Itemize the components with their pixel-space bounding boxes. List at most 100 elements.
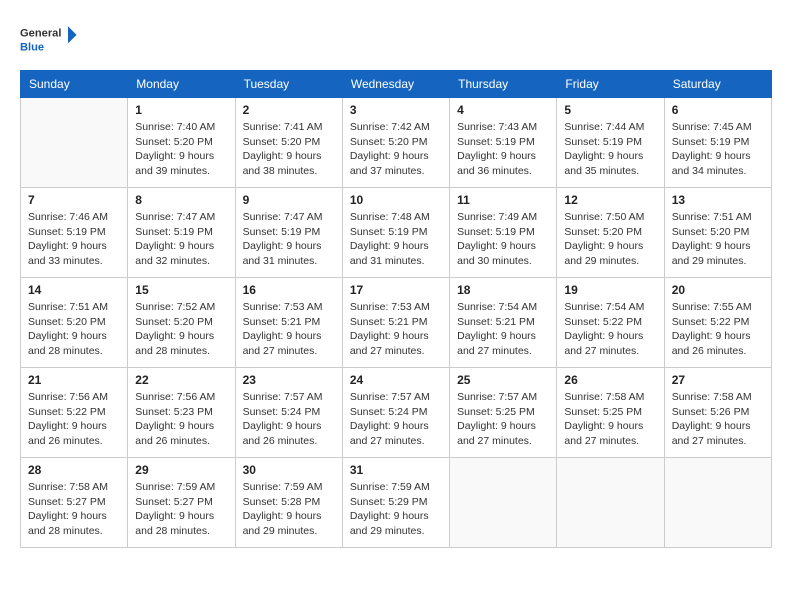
day-info: Sunrise: 7:58 AM Sunset: 5:25 PM Dayligh… — [564, 390, 656, 449]
calendar-cell: 7 Sunrise: 7:46 AM Sunset: 5:19 PM Daylig… — [21, 188, 128, 278]
day-info: Sunrise: 7:51 AM Sunset: 5:20 PM Dayligh… — [28, 300, 120, 359]
calendar-cell: 27Sunrise: 7:58 AM Sunset: 5:26 PM Dayli… — [664, 368, 771, 458]
calendar-cell: 31 Sunrise: 7:59 AM Sunset: 5:29 PM Dayli… — [342, 458, 449, 548]
calendar-cell: 9Sunrise: 7:47 AM Sunset: 5:19 PM Daylig… — [235, 188, 342, 278]
calendar-week-row: 21 Sunrise: 7:56 AM Sunset: 5:22 PM Dayli… — [21, 368, 772, 458]
day-info: Sunrise: 7:40 AM Sunset: 5:20 PM Dayligh… — [135, 120, 227, 179]
day-info: Sunrise: 7:59 AM Sunset: 5:29 PM Dayligh… — [350, 480, 442, 539]
calendar-cell: 23 Sunrise: 7:57 AM Sunset: 5:24 PM Dayli… — [235, 368, 342, 458]
calendar-week-row: 1Sunrise: 7:40 AM Sunset: 5:20 PM Daylig… — [21, 98, 772, 188]
day-number: 19 — [564, 283, 656, 297]
page-header: General Blue — [20, 20, 772, 60]
calendar-cell: 26 Sunrise: 7:58 AM Sunset: 5:25 PM Dayli… — [557, 368, 664, 458]
day-number: 22 — [135, 373, 227, 387]
calendar-cell: 17Sunrise: 7:53 AM Sunset: 5:21 PM Dayli… — [342, 278, 449, 368]
day-number: 30 — [243, 463, 335, 477]
day-info: Sunrise: 7:59 AM Sunset: 5:28 PM Dayligh… — [243, 480, 335, 539]
calendar-header-row: SundayMondayTuesdayWednesdayThursdayFrid… — [21, 71, 772, 98]
day-number: 23 — [243, 373, 335, 387]
day-info: Sunrise: 7:46 AM Sunset: 5:19 PM Dayligh… — [28, 210, 120, 269]
day-info: Sunrise: 7:54 AM Sunset: 5:21 PM Dayligh… — [457, 300, 549, 359]
weekday-header: Sunday — [21, 71, 128, 98]
calendar-cell: 5 Sunrise: 7:44 AM Sunset: 5:19 PM Daylig… — [557, 98, 664, 188]
calendar-cell: 21 Sunrise: 7:56 AM Sunset: 5:22 PM Dayli… — [21, 368, 128, 458]
weekday-header: Monday — [128, 71, 235, 98]
day-number: 6 — [672, 103, 764, 117]
day-info: Sunrise: 7:48 AM Sunset: 5:19 PM Dayligh… — [350, 210, 442, 269]
day-number: 24 — [350, 373, 442, 387]
calendar-cell: 10 Sunrise: 7:48 AM Sunset: 5:19 PM Dayli… — [342, 188, 449, 278]
calendar-cell: 8Sunrise: 7:47 AM Sunset: 5:19 PM Daylig… — [128, 188, 235, 278]
day-info: Sunrise: 7:47 AM Sunset: 5:19 PM Dayligh… — [135, 210, 227, 269]
weekday-header: Thursday — [450, 71, 557, 98]
day-number: 20 — [672, 283, 764, 297]
day-number: 9 — [243, 193, 335, 207]
calendar-cell: 13Sunrise: 7:51 AM Sunset: 5:20 PM Dayli… — [664, 188, 771, 278]
day-number: 27 — [672, 373, 764, 387]
day-number: 4 — [457, 103, 549, 117]
calendar-cell: 2 Sunrise: 7:41 AM Sunset: 5:20 PM Daylig… — [235, 98, 342, 188]
day-number: 5 — [564, 103, 656, 117]
day-number: 7 — [28, 193, 120, 207]
calendar-cell: 6 Sunrise: 7:45 AM Sunset: 5:19 PM Daylig… — [664, 98, 771, 188]
calendar-cell: 24 Sunrise: 7:57 AM Sunset: 5:24 PM Dayli… — [342, 368, 449, 458]
day-number: 18 — [457, 283, 549, 297]
day-info: Sunrise: 7:45 AM Sunset: 5:19 PM Dayligh… — [672, 120, 764, 179]
day-info: Sunrise: 7:54 AM Sunset: 5:22 PM Dayligh… — [564, 300, 656, 359]
svg-text:Blue: Blue — [20, 41, 44, 53]
calendar-cell: 3 Sunrise: 7:42 AM Sunset: 5:20 PM Daylig… — [342, 98, 449, 188]
calendar-cell: 1Sunrise: 7:40 AM Sunset: 5:20 PM Daylig… — [128, 98, 235, 188]
calendar-cell: 25Sunrise: 7:57 AM Sunset: 5:25 PM Dayli… — [450, 368, 557, 458]
day-number: 26 — [564, 373, 656, 387]
calendar-cell: 30 Sunrise: 7:59 AM Sunset: 5:28 PM Dayli… — [235, 458, 342, 548]
calendar-cell: 20 Sunrise: 7:55 AM Sunset: 5:22 PM Dayli… — [664, 278, 771, 368]
day-number: 13 — [672, 193, 764, 207]
day-number: 17 — [350, 283, 442, 297]
weekday-header: Saturday — [664, 71, 771, 98]
day-number: 15 — [135, 283, 227, 297]
calendar-cell — [21, 98, 128, 188]
day-number: 11 — [457, 193, 549, 207]
day-info: Sunrise: 7:44 AM Sunset: 5:19 PM Dayligh… — [564, 120, 656, 179]
calendar-cell — [557, 458, 664, 548]
calendar-cell: 22 Sunrise: 7:56 AM Sunset: 5:23 PM Dayli… — [128, 368, 235, 458]
calendar-cell: 18 Sunrise: 7:54 AM Sunset: 5:21 PM Dayli… — [450, 278, 557, 368]
logo: General Blue — [20, 20, 80, 60]
calendar-cell — [450, 458, 557, 548]
day-number: 12 — [564, 193, 656, 207]
day-number: 14 — [28, 283, 120, 297]
calendar-cell: 12 Sunrise: 7:50 AM Sunset: 5:20 PM Dayli… — [557, 188, 664, 278]
day-number: 21 — [28, 373, 120, 387]
calendar-week-row: 14 Sunrise: 7:51 AM Sunset: 5:20 PM Dayli… — [21, 278, 772, 368]
day-info: Sunrise: 7:57 AM Sunset: 5:24 PM Dayligh… — [243, 390, 335, 449]
calendar-cell: 29Sunrise: 7:59 AM Sunset: 5:27 PM Dayli… — [128, 458, 235, 548]
calendar-week-row: 28Sunrise: 7:58 AM Sunset: 5:27 PM Dayli… — [21, 458, 772, 548]
weekday-header: Tuesday — [235, 71, 342, 98]
day-info: Sunrise: 7:57 AM Sunset: 5:24 PM Dayligh… — [350, 390, 442, 449]
calendar-cell: 11Sunrise: 7:49 AM Sunset: 5:19 PM Dayli… — [450, 188, 557, 278]
day-info: Sunrise: 7:43 AM Sunset: 5:19 PM Dayligh… — [457, 120, 549, 179]
day-info: Sunrise: 7:50 AM Sunset: 5:20 PM Dayligh… — [564, 210, 656, 269]
day-info: Sunrise: 7:42 AM Sunset: 5:20 PM Dayligh… — [350, 120, 442, 179]
day-number: 31 — [350, 463, 442, 477]
weekday-header: Friday — [557, 71, 664, 98]
day-number: 10 — [350, 193, 442, 207]
day-info: Sunrise: 7:55 AM Sunset: 5:22 PM Dayligh… — [672, 300, 764, 359]
svg-text:General: General — [20, 28, 61, 40]
day-info: Sunrise: 7:56 AM Sunset: 5:22 PM Dayligh… — [28, 390, 120, 449]
calendar-cell: 28Sunrise: 7:58 AM Sunset: 5:27 PM Dayli… — [21, 458, 128, 548]
calendar-cell: 16 Sunrise: 7:53 AM Sunset: 5:21 PM Dayli… — [235, 278, 342, 368]
calendar-cell — [664, 458, 771, 548]
logo-svg: General Blue — [20, 20, 80, 60]
day-number: 25 — [457, 373, 549, 387]
day-number: 3 — [350, 103, 442, 117]
weekday-header: Wednesday — [342, 71, 449, 98]
calendar-cell: 4 Sunrise: 7:43 AM Sunset: 5:19 PM Daylig… — [450, 98, 557, 188]
day-info: Sunrise: 7:53 AM Sunset: 5:21 PM Dayligh… — [243, 300, 335, 359]
day-number: 2 — [243, 103, 335, 117]
day-info: Sunrise: 7:56 AM Sunset: 5:23 PM Dayligh… — [135, 390, 227, 449]
calendar-week-row: 7 Sunrise: 7:46 AM Sunset: 5:19 PM Daylig… — [21, 188, 772, 278]
day-info: Sunrise: 7:41 AM Sunset: 5:20 PM Dayligh… — [243, 120, 335, 179]
day-info: Sunrise: 7:59 AM Sunset: 5:27 PM Dayligh… — [135, 480, 227, 539]
day-number: 16 — [243, 283, 335, 297]
